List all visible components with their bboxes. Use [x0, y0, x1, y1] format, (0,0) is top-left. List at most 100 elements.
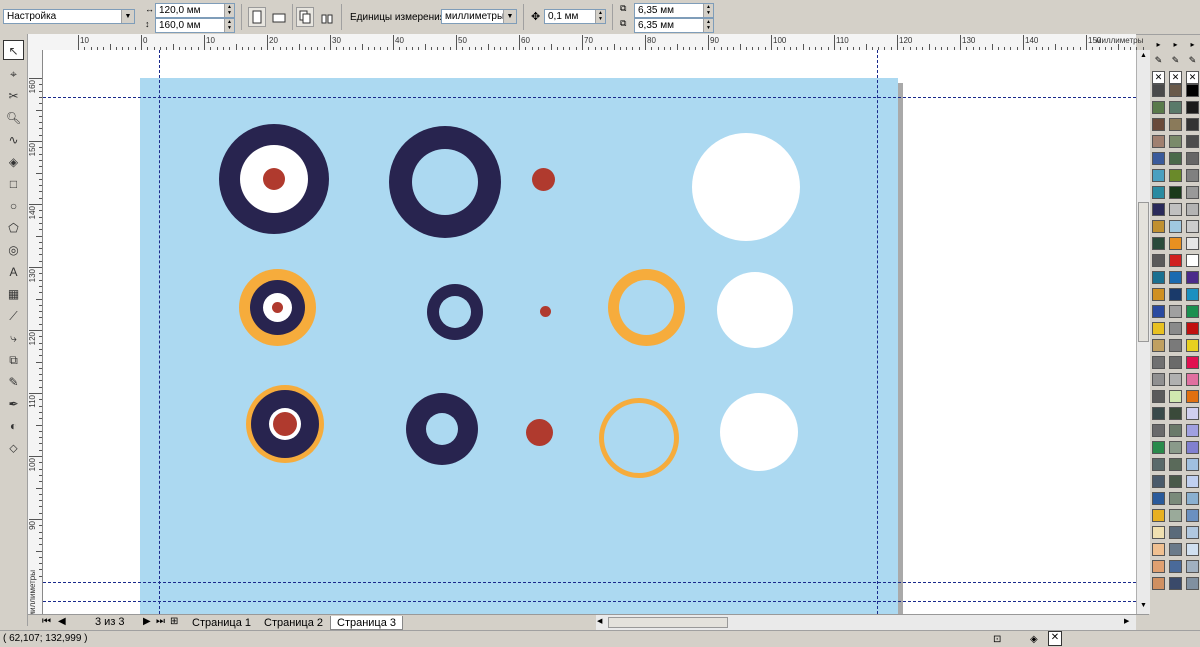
color-swatch[interactable] — [1186, 577, 1199, 590]
color-swatch[interactable] — [1186, 169, 1199, 182]
color-swatch[interactable] — [1152, 339, 1165, 352]
color-swatch[interactable] — [1152, 509, 1165, 522]
color-swatch[interactable] — [1186, 271, 1199, 284]
color-proof-icon[interactable]: ⊡ — [993, 632, 1001, 647]
color-swatch[interactable] — [1186, 254, 1199, 267]
all-pages-button[interactable] — [296, 7, 314, 27]
fill-tool-icon[interactable]: ◐ — [3, 416, 24, 436]
color-swatch[interactable] — [1169, 356, 1182, 369]
prev-page-icon[interactable]: ◀ — [58, 616, 66, 627]
color-swatch[interactable] — [1169, 475, 1182, 488]
preset-select[interactable]: Настройка ▼ — [3, 9, 135, 24]
color-swatch[interactable] — [1169, 118, 1182, 131]
eyedropper-icon[interactable]: ✎ — [1153, 55, 1164, 65]
palette-scroll-icon[interactable]: ▸ — [1170, 40, 1181, 50]
eyedropper-tool-icon[interactable]: ✎ — [3, 372, 24, 392]
color-swatch[interactable] — [1186, 203, 1199, 216]
color-swatch[interactable] — [1169, 407, 1182, 420]
interactive-fill-icon[interactable]: ⬦ — [3, 438, 24, 458]
color-swatch[interactable] — [1152, 543, 1165, 556]
color-swatch[interactable] — [1152, 458, 1165, 471]
basic-shapes-icon[interactable]: ◎ — [3, 240, 24, 260]
height-spinner[interactable]: ▲ ▼ — [224, 19, 234, 32]
color-swatch[interactable] — [1169, 492, 1182, 505]
yellow-ring-2[interactable] — [608, 269, 685, 346]
color-swatch[interactable] — [1152, 526, 1165, 539]
dup-x-spinner[interactable]: ▲ ▼ — [703, 4, 713, 17]
color-swatch[interactable] — [1169, 373, 1182, 386]
color-swatch[interactable] — [1169, 458, 1182, 471]
horizontal-ruler[interactable]: 10 0 10 20 30 40 50 60 70 80 90 100 110 120 130 140 150 м… — [28, 34, 1144, 51]
height-field[interactable]: 160,0 мм ▲ ▼ — [155, 18, 235, 33]
guideline-vertical[interactable] — [159, 50, 160, 614]
units-select[interactable]: миллиметры ▼ — [441, 9, 517, 24]
horizontal-scroll-thumb[interactable] — [608, 617, 728, 628]
color-swatch[interactable] — [1169, 271, 1182, 284]
connector-tool-icon[interactable]: ⤷ — [3, 328, 24, 348]
scroll-left-icon[interactable]: ◀ — [597, 617, 602, 625]
color-swatch[interactable] — [1169, 526, 1182, 539]
color-swatch[interactable] — [1169, 390, 1182, 403]
chevron-down-icon[interactable]: ▼ — [503, 10, 516, 23]
color-swatch[interactable] — [1152, 322, 1165, 335]
color-swatch[interactable] — [1152, 118, 1165, 131]
color-swatch[interactable] — [1152, 577, 1165, 590]
color-swatch[interactable] — [1169, 577, 1182, 590]
roundel-2[interactable] — [239, 269, 316, 346]
navy-ring-1[interactable] — [389, 126, 501, 238]
color-swatch[interactable] — [1152, 424, 1165, 437]
color-swatch[interactable] — [1152, 237, 1165, 250]
color-swatch[interactable] — [1186, 441, 1199, 454]
current-page-button[interactable] — [318, 9, 336, 27]
color-swatch[interactable] — [1186, 237, 1199, 250]
last-page-icon[interactable]: ⏭ — [156, 616, 165, 627]
color-swatch[interactable] — [1186, 356, 1199, 369]
dup-y-spinner[interactable]: ▲ ▼ — [703, 19, 713, 32]
color-swatch[interactable] — [1169, 237, 1182, 250]
color-swatch[interactable] — [1169, 135, 1182, 148]
color-swatch[interactable] — [1186, 186, 1199, 199]
color-swatch[interactable] — [1186, 509, 1199, 522]
text-tool-icon[interactable]: A — [3, 262, 24, 282]
color-swatch[interactable] — [1186, 84, 1199, 97]
next-page-icon[interactable]: ▶ — [143, 616, 151, 627]
color-swatch[interactable] — [1152, 373, 1165, 386]
duplicate-y-field[interactable]: 6,35 мм ▲ ▼ — [634, 18, 714, 33]
color-swatch[interactable] — [1186, 526, 1199, 539]
chevron-down-icon[interactable]: ▼ — [121, 10, 134, 23]
vertical-ruler[interactable]: 160 150 140 130 120 110 100 90 миллиметры — [28, 50, 43, 617]
color-swatch[interactable] — [1169, 441, 1182, 454]
guideline-horizontal[interactable] — [43, 97, 1136, 98]
color-swatch[interactable] — [1169, 220, 1182, 233]
roundel-1[interactable] — [219, 124, 329, 234]
polygon-tool-icon[interactable]: ⬠ — [3, 218, 24, 238]
color-swatch[interactable] — [1152, 390, 1165, 403]
white-disc-2[interactable] — [717, 272, 793, 348]
color-swatch[interactable] — [1169, 169, 1182, 182]
dimension-tool-icon[interactable]: ⟋ — [3, 306, 24, 326]
drawing-canvas[interactable] — [43, 50, 1136, 614]
yellow-ring-3[interactable] — [599, 398, 679, 478]
color-swatch[interactable] — [1186, 339, 1199, 352]
add-page-icon[interactable]: ⊞ — [170, 616, 178, 627]
table-tool-icon[interactable]: ▦ — [3, 284, 24, 304]
color-swatch[interactable] — [1186, 101, 1199, 114]
color-swatch[interactable] — [1186, 475, 1199, 488]
color-swatch[interactable] — [1169, 339, 1182, 352]
horizontal-scrollbar[interactable]: ◀ ▶ — [596, 614, 1136, 631]
color-swatch[interactable] — [1152, 305, 1165, 318]
color-swatch[interactable] — [1152, 441, 1165, 454]
color-swatch[interactable] — [1186, 543, 1199, 556]
color-swatch[interactable] — [1186, 118, 1199, 131]
color-swatch[interactable] — [1186, 390, 1199, 403]
shape-tool-icon[interactable]: ⌖ — [3, 64, 24, 84]
color-swatch[interactable] — [1186, 288, 1199, 301]
color-swatch[interactable] — [1186, 322, 1199, 335]
color-swatch[interactable] — [1186, 152, 1199, 165]
color-swatch[interactable] — [1152, 492, 1165, 505]
color-swatch[interactable] — [1186, 560, 1199, 573]
scroll-down-icon[interactable]: ▼ — [1138, 602, 1149, 612]
no-color-swatch[interactable]: ✕ — [1169, 71, 1182, 84]
tab-page-2[interactable]: Страница 2 — [258, 616, 329, 630]
red-dot-1[interactable] — [532, 168, 555, 191]
